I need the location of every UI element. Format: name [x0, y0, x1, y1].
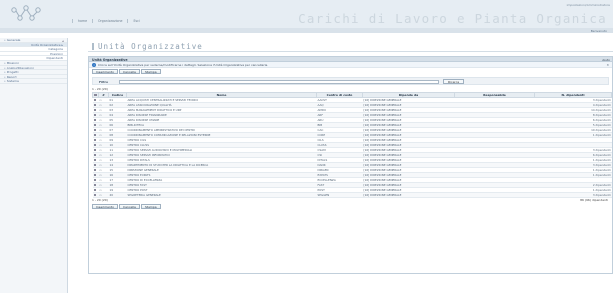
filter-label: Filtro: [99, 80, 109, 84]
row-edit-icon[interactable]: ▫: [98, 192, 109, 198]
subheader-band: [0, 28, 613, 33]
app-header: Intranet | Home homeOrganizzazioneEsci C…: [0, 0, 613, 33]
search-button[interactable]: Ricerca: [443, 79, 465, 84]
cell-code: 20: [108, 192, 127, 198]
units-table: # Codice Nome Centro di costo Dipende da…: [92, 92, 612, 198]
welcome-text: Benvenuto: [590, 29, 607, 33]
insert-button-bottom[interactable]: Inserimento: [92, 204, 118, 209]
pager-bottom-label[interactable]: 1 - 20 (20): [92, 198, 108, 202]
info-icon: i: [92, 63, 96, 67]
page-title: Unità Organizzative: [98, 42, 203, 51]
user-link[interactable]: impostazioni/Amministratore: [567, 3, 610, 7]
cell-cost-center: SEGGEN: [316, 192, 363, 198]
info-text: Clicca sull'Unità Organizzativa per vede…: [98, 63, 269, 67]
print-button[interactable]: Stampa: [141, 69, 161, 74]
insert-button[interactable]: Inserimento: [92, 69, 118, 74]
page-title-bar: Unità Organizzative: [88, 40, 613, 52]
nav-home[interactable]: home: [72, 19, 92, 23]
sidebar: ◂ • Generale Unità Organizzative ▸ Categor…: [0, 38, 68, 293]
delete-button[interactable]: Cancella: [119, 69, 140, 74]
sidebar-item[interactable]: • Sistema: [0, 79, 67, 84]
bottom-button-bar: Inserimento Cancella Stampa: [89, 203, 612, 210]
cell-manager: [454, 192, 535, 198]
app-title: Carichi di Lavoro e Pianta Organica: [298, 11, 607, 26]
cell-name[interactable]: SEGRETERIA GENERALE: [126, 192, 317, 198]
nav-organizzazione[interactable]: Organizzazione: [92, 19, 127, 23]
title-marker: [92, 43, 94, 50]
cell-employees: 3 dipendenti: [534, 192, 612, 198]
units-panel: Unità Organizzative Aiuto i Clicca sull'…: [88, 56, 613, 274]
table-row[interactable]: ▫ 20 SEGRETERIA GENERALE SEGGEN [16] DIREZIO…: [92, 192, 612, 198]
cell-parent: [16] DIREZIONE GENERALE: [362, 192, 455, 198]
delete-button-bottom[interactable]: Cancella: [119, 204, 140, 209]
nav-esci[interactable]: Esci: [127, 19, 144, 23]
close-icon[interactable]: ✕: [606, 63, 609, 67]
pager-top[interactable]: 1 - 20 (20): [89, 87, 612, 92]
top-nav: home Organizzazione Esci: [72, 19, 145, 23]
panel-title: Unità Organizzative: [92, 57, 128, 62]
help-link[interactable]: Aiuto: [602, 58, 610, 62]
filter-bar: Filtro Ricerca: [92, 77, 609, 85]
top-button-bar: Inserimento Cancella Stampa: [89, 68, 612, 75]
filter-input[interactable]: [119, 79, 439, 84]
print-button-bottom[interactable]: Stampa: [141, 204, 161, 209]
